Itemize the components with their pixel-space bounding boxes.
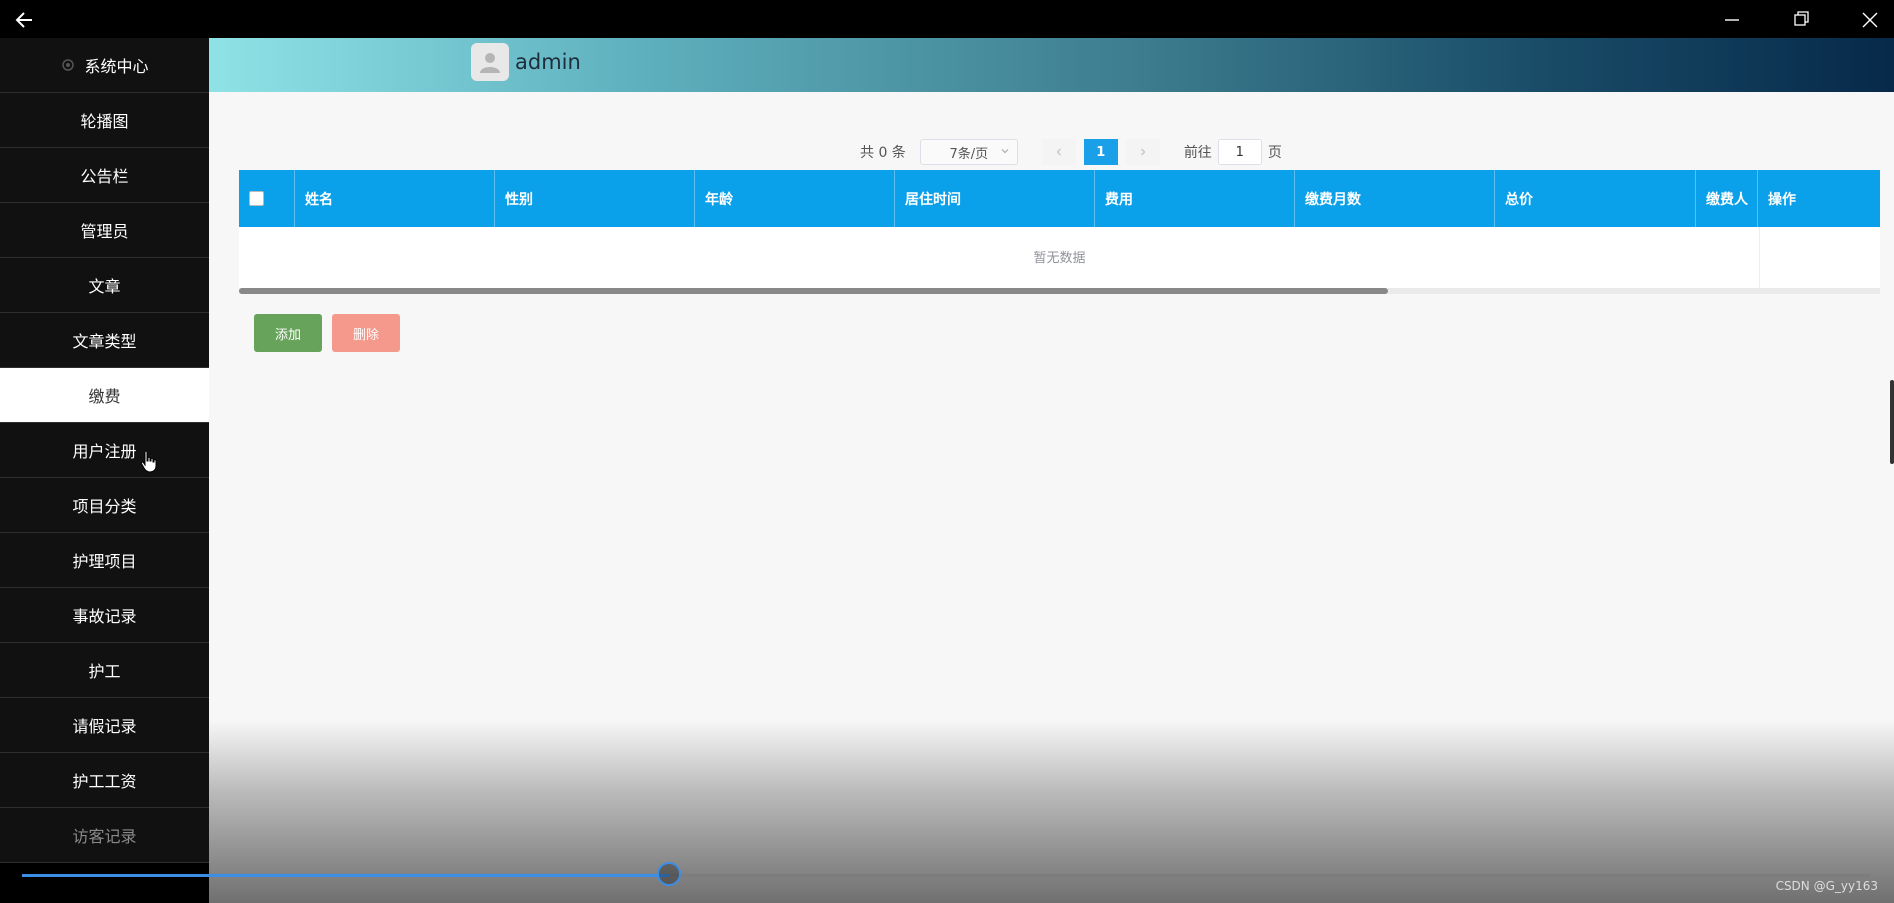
sidebar-item-label: 护工 bbox=[88, 662, 121, 681]
sidebar-item-label: 轮播图 bbox=[80, 112, 129, 131]
username[interactable]: admin bbox=[515, 50, 581, 74]
sidebar-item-user-register[interactable]: 用户注册 bbox=[0, 423, 209, 478]
column-header[interactable]: 总价 bbox=[1495, 170, 1696, 227]
fixed-action-column bbox=[1759, 227, 1880, 290]
sidebar: 系统中心 轮播图 公告栏 管理员 文章 文章类型 缴费 用户注册 项目分类 护理… bbox=[0, 38, 209, 903]
empty-text: 暂无数据 bbox=[1033, 251, 1086, 266]
user-avatar-icon bbox=[480, 53, 500, 73]
payment-table: 姓名 性别 年龄 居住时间 费用 缴费月数 总价 缴费人 操作 暂无数据 bbox=[239, 170, 1880, 294]
column-header[interactable]: 年龄 bbox=[695, 170, 895, 227]
sidebar-item-label: 护工工资 bbox=[72, 772, 137, 791]
sidebar-item-payment[interactable]: 缴费 bbox=[0, 368, 209, 423]
sidebar-item-leave-record[interactable]: 请假记录 bbox=[0, 698, 209, 753]
table-header: 姓名 性别 年龄 居住时间 费用 缴费月数 总价 缴费人 操作 bbox=[239, 170, 1880, 227]
restore-icon bbox=[1794, 11, 1809, 26]
arrow-left-icon bbox=[15, 12, 32, 28]
sidebar-item-carousel[interactable]: 轮播图 bbox=[0, 93, 209, 148]
avatar[interactable] bbox=[471, 43, 509, 81]
goto-label: 前往 bbox=[1183, 145, 1212, 161]
sidebar-item-care-project[interactable]: 护理项目 bbox=[0, 533, 209, 588]
minimize-button[interactable] bbox=[1712, 6, 1752, 34]
minimize-icon bbox=[1725, 19, 1739, 21]
sidebar-item-system-center[interactable]: 系统中心 bbox=[0, 38, 209, 93]
next-page-button[interactable] bbox=[1125, 139, 1160, 165]
chevron-left-icon bbox=[1056, 148, 1061, 156]
hand-cursor-icon bbox=[140, 450, 157, 473]
back-button[interactable] bbox=[10, 6, 40, 34]
page-suffix-label: 页 bbox=[1267, 145, 1282, 161]
column-header[interactable]: 费用 bbox=[1095, 170, 1295, 227]
sidebar-item-notice[interactable]: 公告栏 bbox=[0, 148, 209, 203]
total-count: 共 0 条 bbox=[860, 145, 906, 161]
page-size-value: 7条/页 bbox=[949, 146, 989, 162]
delete-button[interactable]: 删除 bbox=[332, 314, 400, 352]
sidebar-item-caregiver-salary[interactable]: 护工工资 bbox=[0, 753, 209, 808]
sidebar-item-label: 文章 bbox=[88, 277, 121, 296]
sidebar-item-accident-record[interactable]: 事故记录 bbox=[0, 588, 209, 643]
video-progress-bar[interactable] bbox=[22, 862, 1870, 886]
sidebar-item-project-category[interactable]: 项目分类 bbox=[0, 478, 209, 533]
sidebar-item-label: 缴费 bbox=[88, 387, 121, 406]
sidebar-item-label: 文章类型 bbox=[72, 332, 137, 351]
sidebar-item-label: 公告栏 bbox=[80, 167, 129, 186]
sidebar-item-label: 护理项目 bbox=[72, 552, 137, 571]
page-number-button[interactable]: 1 bbox=[1083, 139, 1118, 165]
watermark: CSDN @G_yy163 bbox=[1775, 879, 1878, 893]
column-header[interactable]: 缴费人 bbox=[1696, 170, 1758, 227]
chevron-down-icon bbox=[1001, 149, 1009, 154]
column-header[interactable]: 缴费月数 bbox=[1295, 170, 1495, 227]
gear-icon bbox=[62, 59, 75, 71]
goto-page-input[interactable]: 1 bbox=[1217, 139, 1262, 165]
top-header: admin bbox=[209, 38, 1894, 92]
sidebar-item-admin[interactable]: 管理员 bbox=[0, 203, 209, 258]
column-header[interactable]: 操作 bbox=[1758, 170, 1880, 227]
scrollbar-thumb[interactable] bbox=[239, 288, 1388, 294]
progress-fill bbox=[22, 874, 669, 877]
sidebar-item-label: 系统中心 bbox=[84, 57, 149, 76]
sidebar-item-caregiver[interactable]: 护工 bbox=[0, 643, 209, 698]
table-body: 暂无数据 bbox=[239, 227, 1880, 294]
column-header[interactable]: 居住时间 bbox=[895, 170, 1095, 227]
chevron-right-icon bbox=[1140, 148, 1146, 156]
page-size-select[interactable]: 7条/页 bbox=[919, 139, 1018, 165]
sidebar-item-label: 管理员 bbox=[80, 222, 129, 241]
close-button[interactable] bbox=[1850, 6, 1890, 34]
sidebar-item-article[interactable]: 文章 bbox=[0, 258, 209, 313]
sidebar-item-label: 项目分类 bbox=[72, 497, 137, 516]
sidebar-item-article-type[interactable]: 文章类型 bbox=[0, 313, 209, 368]
sidebar-item-label: 用户注册 bbox=[72, 442, 137, 461]
sidebar-item-visitor-record[interactable]: 访客记录 bbox=[0, 808, 209, 863]
sidebar-item-label: 事故记录 bbox=[72, 607, 137, 626]
add-button[interactable]: 添加 bbox=[254, 314, 322, 352]
horizontal-scrollbar[interactable] bbox=[239, 288, 1880, 294]
progress-knob[interactable] bbox=[656, 862, 681, 886]
sidebar-item-label: 请假记录 bbox=[72, 717, 137, 736]
close-icon bbox=[1862, 12, 1878, 28]
pagination: 共 0 条 7条/页 1 前往 1 页 bbox=[860, 139, 1282, 165]
column-header[interactable]: 性别 bbox=[495, 170, 695, 227]
prev-page-button[interactable] bbox=[1041, 139, 1076, 165]
restore-button[interactable] bbox=[1781, 6, 1821, 34]
sidebar-item-label: 访客记录 bbox=[72, 827, 137, 846]
side-scroll-handle[interactable] bbox=[1890, 380, 1894, 464]
column-header[interactable]: 姓名 bbox=[295, 170, 495, 227]
select-all-cell bbox=[239, 170, 295, 227]
window-titlebar bbox=[0, 0, 1894, 40]
select-all-checkbox[interactable] bbox=[249, 191, 264, 206]
